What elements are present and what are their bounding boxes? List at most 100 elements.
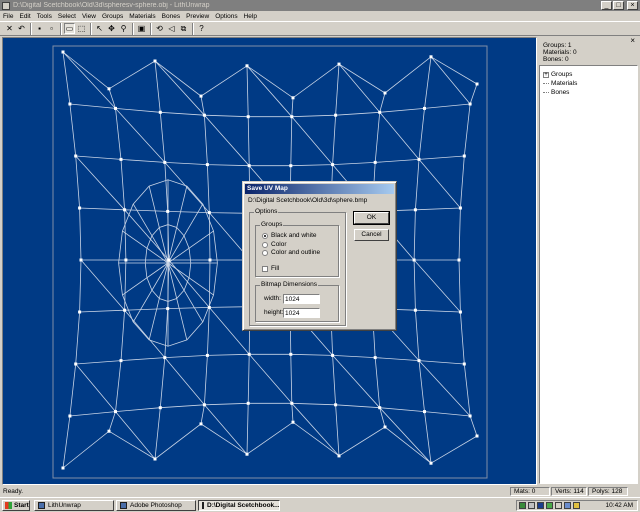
model-info: Groups: 1 Materials: 0 Bones: 0 × <box>539 37 639 64</box>
uv-vertex <box>107 87 111 91</box>
uv-vertex <box>166 307 170 311</box>
toolbar-separator <box>192 22 194 35</box>
zoom-tool[interactable]: ⚲ <box>118 23 129 34</box>
uv-vertex <box>246 401 250 405</box>
tree-item-bones[interactable]: Bones <box>543 88 637 97</box>
move-tool[interactable]: ✥ <box>106 23 117 34</box>
uv-vertex <box>378 110 382 114</box>
fill-checkbox-row[interactable]: Fill <box>262 265 279 272</box>
width-label: width: <box>264 295 281 302</box>
menu-materials[interactable]: Materials <box>129 13 155 20</box>
uv-vertex <box>291 96 295 100</box>
fit-tool[interactable]: ▣ <box>136 23 147 34</box>
menu-options[interactable]: Options <box>215 13 237 20</box>
menu-tools[interactable]: Tools <box>37 13 52 20</box>
uv-vertex <box>124 258 128 262</box>
uv-vertex <box>378 406 382 410</box>
maximize-button[interactable]: □ <box>613 1 624 10</box>
save-tool[interactable]: ▪ <box>34 23 45 34</box>
uv-vertex <box>158 110 162 114</box>
undo-tool[interactable]: ↶ <box>16 23 27 34</box>
antivirus-icon[interactable] <box>537 502 544 509</box>
menu-file[interactable]: File <box>3 13 13 20</box>
uv-vertex <box>245 452 249 456</box>
start-button[interactable]: Start <box>2 500 30 511</box>
flip-tool[interactable]: ⧉ <box>178 23 189 34</box>
radio-color-and-outline[interactable]: Color and outline <box>262 249 320 256</box>
volume-icon[interactable] <box>528 502 535 509</box>
save-all-tool[interactable]: ▫ <box>46 23 57 34</box>
task-lithunwrap[interactable]: LithUnwrap <box>34 500 114 511</box>
height-input[interactable] <box>283 308 320 318</box>
uv-vertex <box>246 115 250 119</box>
uv-vertex <box>247 164 251 168</box>
close-model-tool[interactable]: ✕ <box>4 23 15 34</box>
app-icon <box>2 1 10 10</box>
uv-vertex <box>373 160 377 164</box>
toolbar-separator <box>30 22 32 35</box>
polys-count: Polys: 128 <box>588 487 628 496</box>
model-panel: Groups: 1 Materials: 0 Bones: 0 × + Grou… <box>539 37 639 485</box>
menu-select[interactable]: Select <box>58 13 76 20</box>
window-title: D:\Digital Scetchbook\Old\3d\spheresv-sp… <box>13 2 210 9</box>
uv-vertex <box>74 362 78 366</box>
select-rect-tool[interactable]: ▭ <box>64 23 75 34</box>
uv-vertex <box>202 113 206 117</box>
clock[interactable]: 10:42 AM <box>606 502 633 509</box>
speaker-icon[interactable] <box>573 502 580 509</box>
cancel-button[interactable]: Cancel <box>354 229 389 241</box>
height-label: height: <box>264 309 284 316</box>
save-uv-map-dialog: Save UV Map D:\Digital Scetchbook\Old\3d… <box>242 181 397 331</box>
printer-icon[interactable] <box>555 502 562 509</box>
task-current-document[interactable]: D:\Digital Scetchbook... <box>198 500 280 511</box>
help-tool[interactable]: ? <box>196 23 207 34</box>
network-icon[interactable] <box>519 502 526 509</box>
toolbar: ✕ ↶ ▪ ▫ ▭ ⬚ ↖ ✥ ⚲ ▣ ⟲ ◁ ⧉ ? <box>0 21 640 36</box>
radio-color[interactable]: Color <box>262 241 287 248</box>
panel-close-icon[interactable]: × <box>630 37 635 45</box>
uv-vertex <box>468 102 472 106</box>
tree-item-groups[interactable]: + Groups <box>543 70 637 79</box>
uv-vertex <box>383 91 387 95</box>
scale-tool[interactable]: ◁ <box>166 23 177 34</box>
select-lasso-tool[interactable]: ⬚ <box>76 23 87 34</box>
radio-button[interactable] <box>262 232 268 239</box>
uv-vertex <box>458 206 462 210</box>
tree-item-materials[interactable]: Materials <box>543 79 637 88</box>
uv-vertex <box>373 356 377 360</box>
close-button[interactable]: × <box>627 1 638 10</box>
menu-help[interactable]: Help <box>244 13 257 20</box>
radio-button[interactable] <box>262 241 268 248</box>
expand-icon[interactable]: + <box>543 71 549 78</box>
menu-edit[interactable]: Edit <box>19 13 30 20</box>
uv-vertex <box>199 94 203 98</box>
uv-vertex <box>68 102 72 106</box>
monitor-icon[interactable] <box>564 502 571 509</box>
menu-view[interactable]: View <box>82 13 96 20</box>
save-path: D:\Digital Scetchbook\Old\3d\sphere.bmp <box>248 197 368 204</box>
radio-button[interactable] <box>262 249 268 256</box>
fill-checkbox[interactable] <box>262 265 268 272</box>
uv-vertex <box>331 163 335 167</box>
width-input[interactable] <box>283 294 320 304</box>
ok-button[interactable]: OK <box>353 211 390 225</box>
uv-vertex <box>290 115 294 119</box>
menu-preview[interactable]: Preview <box>186 13 209 20</box>
groups-label: Groups <box>260 221 284 228</box>
taskbar: Start LithUnwrap Adobe Photoshop D:\Digi… <box>0 497 640 512</box>
uv-vertex <box>334 113 338 117</box>
toolbar-separator <box>60 22 62 35</box>
uv-vertex <box>468 414 472 418</box>
messenger-icon[interactable] <box>546 502 553 509</box>
uv-vertex <box>153 457 157 461</box>
minimize-button[interactable]: _ <box>601 1 612 10</box>
rotate-tool[interactable]: ⟲ <box>154 23 165 34</box>
pointer-tool[interactable]: ↖ <box>94 23 105 34</box>
menu-groups[interactable]: Groups <box>102 13 123 20</box>
uv-vertex <box>205 353 209 357</box>
task-photoshop[interactable]: Adobe Photoshop <box>116 500 196 511</box>
verts-count: Verts: 114 <box>551 487 587 496</box>
menu-bones[interactable]: Bones <box>162 13 180 20</box>
lithunwrap-icon <box>38 502 45 509</box>
radio-black-and-white[interactable]: Black and white <box>262 232 317 239</box>
